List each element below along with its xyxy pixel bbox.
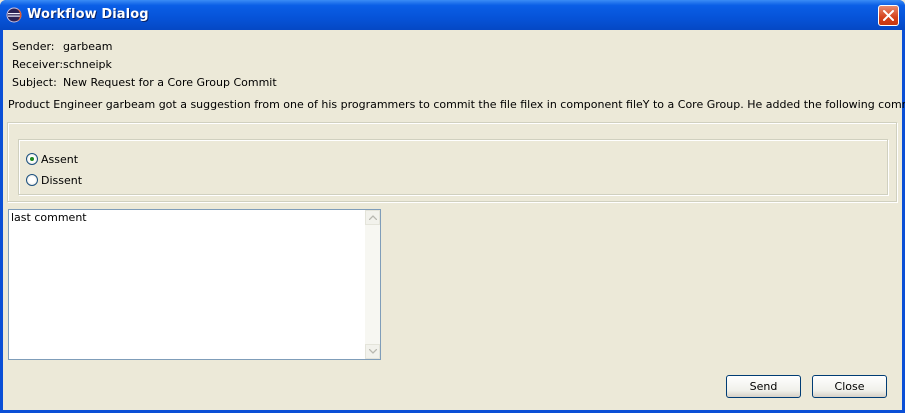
send-button[interactable]: Send (726, 375, 801, 398)
dissent-radio[interactable] (26, 174, 38, 186)
assent-radio[interactable] (26, 153, 38, 165)
chevron-up-icon (369, 215, 377, 220)
dissent-option[interactable]: Dissent (26, 174, 106, 189)
window-title: Workflow Dialog (27, 7, 149, 22)
assent-label: Assent (41, 153, 79, 166)
close-icon (883, 10, 894, 21)
receiver-value: schneipk (63, 58, 112, 71)
comment-text: last comment (11, 211, 87, 224)
assent-option[interactable]: Assent (26, 153, 106, 168)
sender-value: garbeam (63, 40, 113, 53)
close-button[interactable]: Close (812, 375, 887, 398)
decision-radio-group (18, 139, 888, 195)
eclipse-icon (6, 7, 22, 23)
subject-value: New Request for a Core Group Commit (63, 76, 277, 89)
scroll-down-button[interactable] (365, 344, 380, 359)
workflow-description: Product Engineer garbeam got a suggestio… (8, 98, 905, 111)
comment-scrollbar[interactable] (365, 210, 380, 359)
sender-label: Sender: (12, 40, 55, 53)
subject-label: Subject: (12, 76, 57, 89)
close-window-button[interactable] (878, 5, 899, 26)
comment-textarea[interactable]: last comment (8, 209, 381, 360)
chevron-down-icon (369, 349, 377, 354)
title-bar[interactable]: Workflow Dialog (0, 0, 905, 30)
dissent-label: Dissent (41, 174, 83, 187)
workflow-dialog-window: Workflow Dialog Sender: garbeam Receiver… (0, 0, 905, 413)
receiver-label: Receiver: (12, 58, 64, 71)
dialog-body: Sender: garbeam Receiver: schneipk Subje… (3, 30, 905, 410)
scroll-up-button[interactable] (365, 210, 380, 225)
